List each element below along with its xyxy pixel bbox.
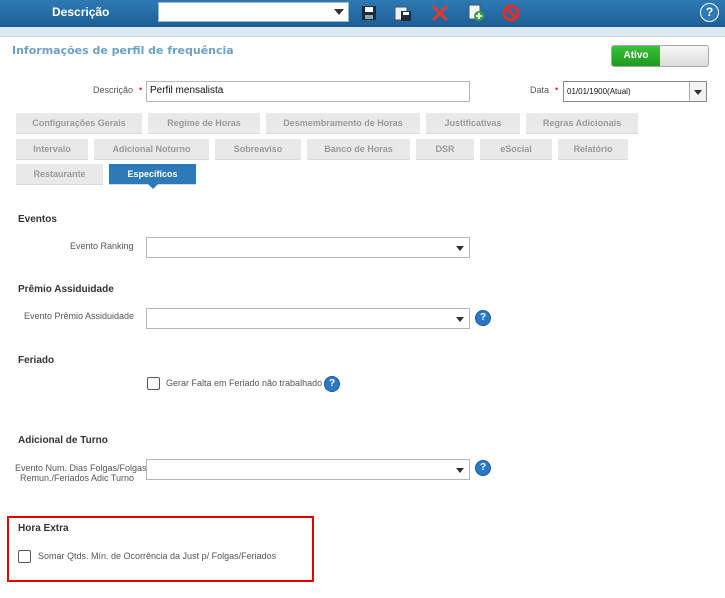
delete-icon[interactable] bbox=[430, 3, 450, 23]
data-select-value: 01/01/1900(Atual) bbox=[567, 87, 631, 96]
tab-justificativas[interactable]: Justificativas bbox=[426, 113, 520, 134]
toolbar-title: Descrição bbox=[52, 5, 110, 19]
somar-qtds-checkbox[interactable] bbox=[18, 550, 31, 563]
cancel-icon[interactable] bbox=[501, 3, 521, 23]
tab-desmembramento-de-horas[interactable]: Desmembramento de Horas bbox=[266, 113, 420, 134]
chevron-down-icon bbox=[456, 246, 464, 251]
group-title-hora-extra: Hora Extra bbox=[18, 523, 69, 534]
evento-num-dias-select[interactable] bbox=[146, 459, 470, 480]
descricao-input[interactable]: Perfil mensalista bbox=[146, 81, 470, 102]
tab-intervalo[interactable]: Intervalo bbox=[16, 139, 88, 160]
somar-qtds-label: Somar Qtds. Mín. de Ocorrência da Just p… bbox=[38, 551, 277, 561]
data-label: Data bbox=[530, 85, 550, 95]
evento-premio-select[interactable] bbox=[146, 308, 470, 329]
descricao-label: Descrição bbox=[93, 85, 134, 95]
evento-ranking-select[interactable] bbox=[146, 237, 470, 258]
gerar-falta-label: Gerar Falta em Feriado não trabalhado bbox=[166, 378, 323, 388]
help-icon[interactable]: ? bbox=[324, 376, 340, 392]
tab-dsr[interactable]: DSR bbox=[416, 139, 474, 160]
page-title: Informações de perfil de frequência bbox=[12, 44, 234, 57]
group-title-premio-assiduidade: Prêmio Assiduidade bbox=[18, 284, 114, 295]
help-icon[interactable]: ? bbox=[700, 3, 719, 22]
tab-adicional-noturno[interactable]: Adicional Noturno bbox=[94, 139, 209, 160]
help-icon[interactable]: ? bbox=[475, 310, 491, 326]
help-icon[interactable]: ? bbox=[475, 460, 491, 476]
copy-icon[interactable] bbox=[466, 3, 486, 23]
status-toggle[interactable]: Ativo bbox=[611, 45, 709, 67]
toolbar-separator bbox=[0, 27, 725, 37]
chevron-down-icon bbox=[334, 9, 344, 15]
tab-restaurante[interactable]: Restaurante bbox=[16, 164, 103, 185]
evento-ranking-label: Evento Ranking bbox=[70, 241, 134, 251]
chevron-down-icon bbox=[694, 90, 702, 95]
required-marker: • bbox=[139, 84, 143, 94]
tab-configuracoes-gerais[interactable]: Configurações Gerais bbox=[16, 113, 142, 134]
tab-relatorio[interactable]: Relatório bbox=[558, 139, 628, 160]
evento-premio-label: Evento Prêmio Assiduidade bbox=[24, 311, 135, 321]
tab-regras-adicionais[interactable]: Regras Adicionais bbox=[526, 113, 638, 134]
required-marker: • bbox=[555, 84, 559, 94]
gerar-falta-checkbox[interactable] bbox=[147, 377, 160, 390]
top-toolbar: Descrição ? bbox=[0, 0, 725, 27]
evento-num-dias-label-line1: Evento Num. Dias Folgas/Folgas bbox=[15, 463, 147, 473]
chevron-down-icon bbox=[456, 468, 464, 473]
group-title-adicional-de-turno: Adicional de Turno bbox=[18, 435, 108, 446]
evento-num-dias-label-line2: Remun./Feriados Adic Turno bbox=[20, 473, 135, 483]
data-select[interactable]: 01/01/1900(Atual) bbox=[563, 81, 707, 102]
description-combo[interactable] bbox=[158, 2, 349, 22]
tab-sobreaviso[interactable]: Sobreaviso bbox=[215, 139, 301, 160]
group-title-eventos: Eventos bbox=[18, 214, 57, 225]
tab-esocial[interactable]: eSocial bbox=[480, 139, 552, 160]
chevron-down-icon bbox=[456, 317, 464, 322]
save-as-icon[interactable] bbox=[393, 3, 413, 23]
save-icon[interactable] bbox=[359, 3, 379, 23]
tab-especificos[interactable]: Específicos bbox=[109, 164, 196, 189]
group-title-feriado: Feriado bbox=[18, 355, 55, 366]
data-dropdown-button[interactable] bbox=[689, 82, 706, 101]
tab-regime-de-horas[interactable]: Regime de Horas bbox=[148, 113, 260, 134]
tab-banco-de-horas[interactable]: Banco de Horas bbox=[307, 139, 410, 160]
status-toggle-label: Ativo bbox=[612, 46, 660, 66]
